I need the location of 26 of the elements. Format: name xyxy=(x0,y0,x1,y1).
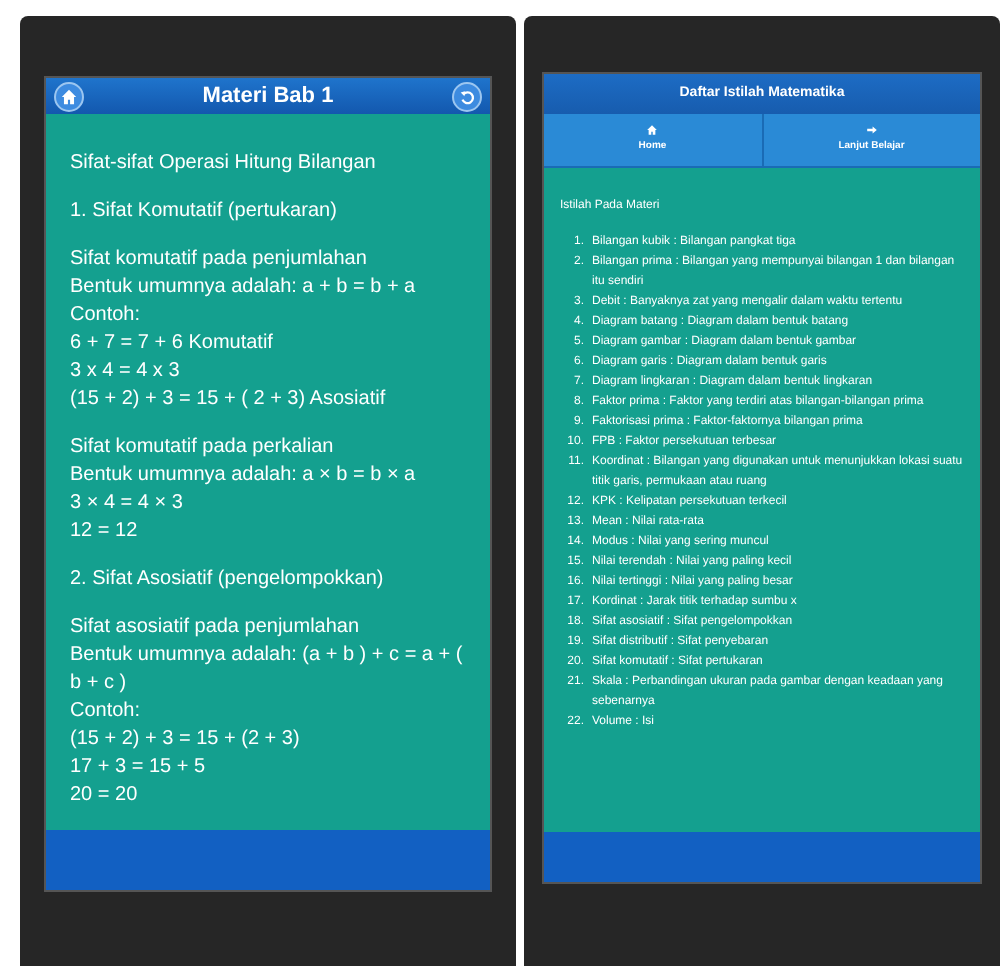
content-text: (15 + 2) + 3 = 15 + (2 + 3) xyxy=(70,726,302,754)
content-text: Bentuk umumnya adalah: (a + b ) + c = a + ( b + c ) xyxy=(70,642,465,698)
content-text: Bentuk umumnya adalah: a + b = b + a xyxy=(70,274,418,302)
content-text: Sifat asosiatif pada penjumlahan xyxy=(70,614,362,642)
content-text: Sifat komutatif pada penjumlahan xyxy=(70,246,369,274)
content-text: 6 + 7 = 7 + 6 Komutatif xyxy=(70,330,275,358)
content-text: 17 + 3 = 15 + 5 xyxy=(70,754,208,782)
home-icon xyxy=(646,124,659,137)
content-text: Sifat komutatif pada perkalian xyxy=(70,434,336,462)
content-text: Contoh: xyxy=(70,302,143,330)
home-icon xyxy=(60,87,78,105)
content-text: Contoh: xyxy=(70,698,143,726)
arrow-right-icon xyxy=(865,124,878,137)
content-text: 1. Sifat Komutatif (pertukaran) xyxy=(70,198,339,226)
content-text: 20 = 20 xyxy=(70,782,140,810)
content-text: Sifat-sifat Operasi Hitung Bilangan xyxy=(70,150,378,178)
refresh-icon xyxy=(457,87,476,105)
content-text: (15 + 2) + 3 = 15 + ( 2 + 3) Asosiatif xyxy=(70,386,388,414)
back-button[interactable] xyxy=(451,81,482,111)
header-title: Materi Bab 1 xyxy=(202,81,334,112)
content-text: 12 = 12 xyxy=(70,518,140,546)
content-text: 3 x 4 = 4 x 3 xyxy=(70,358,182,386)
home-button[interactable] xyxy=(54,81,84,111)
content-text: 2. Sifat Asosiatif (pengelompokkan) xyxy=(70,566,386,594)
content-text: Bentuk umumnya adalah: a × b = b × a xyxy=(70,462,418,490)
content-text: 3 × 4 = 4 × 3 xyxy=(70,490,185,518)
